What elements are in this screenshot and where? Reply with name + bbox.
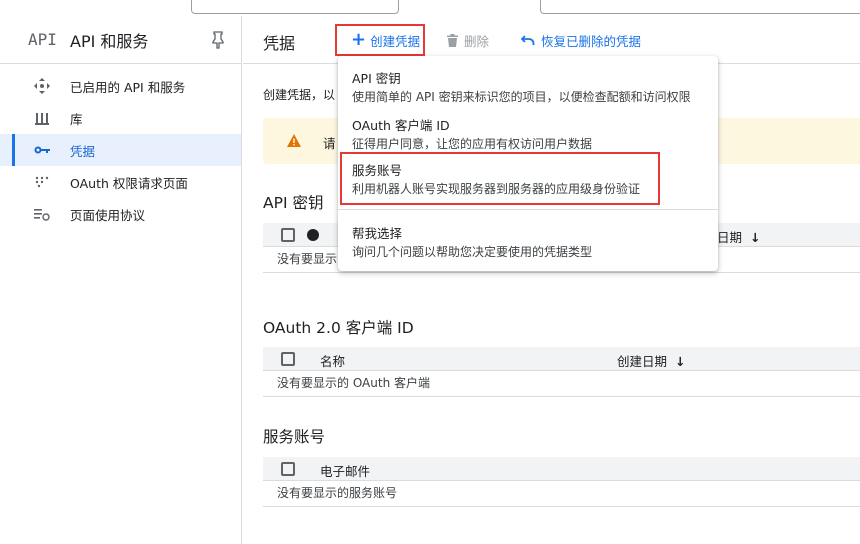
trash-icon <box>447 33 458 47</box>
project-selector[interactable] <box>191 0 399 14</box>
sidebar-item-page-agreement[interactable]: 页面使用协议 <box>0 198 241 230</box>
oauth-table-header: 名称 创建日期 ↓ <box>263 347 860 371</box>
menu-item-title: OAuth 客户端 ID <box>352 118 450 133</box>
menu-item-subtitle: 利用机器人账号实现服务器到服务器的应用级身份验证 <box>352 182 641 196</box>
warning-text: 请 <box>323 136 336 151</box>
undo-icon <box>521 35 535 45</box>
create-credentials-label: 创建凭据 <box>370 33 421 49</box>
service-accounts-title: 服务账号 <box>263 428 326 446</box>
oauth-consent-icon <box>32 172 52 192</box>
sidebar-nav: 已启用的 API 和服务 库 凭据 OAuth 权限请求页面 页面使用协议 <box>0 64 241 230</box>
menu-item-help-me-choose[interactable]: 帮我选择 询问几个问题以帮助您决定要使用的凭据类型 <box>338 217 718 263</box>
menu-item-subtitle: 征得用户同意，让您的应用有权访问用户数据 <box>352 137 593 151</box>
menu-item-api-key[interactable]: API 密钥 使用简单的 API 密钥来标识您的项目，以便检查配额和访问权限 <box>338 62 718 108</box>
restore-deleted-button[interactable]: 恢复已删除的凭据 <box>521 24 641 56</box>
delete-button[interactable]: 删除 <box>447 24 489 56</box>
page-agreement-icon <box>32 204 52 224</box>
delete-label: 删除 <box>464 33 490 49</box>
sidebar-item-oauth-consent[interactable]: OAuth 权限请求页面 <box>0 166 241 198</box>
menu-item-subtitle: 询问几个问题以帮助您决定要使用的凭据类型 <box>352 245 593 259</box>
sidebar-item-enabled-apis[interactable]: 已启用的 API 和服务 <box>0 70 241 102</box>
restore-label: 恢复已删除的凭据 <box>541 33 642 49</box>
service-accounts-empty-row: 没有要显示的服务账号 <box>263 481 860 507</box>
menu-item-subtitle: 使用简单的 API 密钥来标识您的项目，以便检查配额和访问权限 <box>352 90 691 104</box>
select-all-checkbox[interactable] <box>281 352 295 366</box>
sidebar: API API 和服务 已启用的 API 和服务 库 凭据 OAuth 权限请求… <box>0 16 242 544</box>
plus-icon: + <box>351 29 367 50</box>
page-description: 创建凭据，以 <box>263 88 336 102</box>
top-bar <box>0 0 860 16</box>
sidebar-title: API 和服务 <box>70 31 149 51</box>
api-logo: API <box>28 30 57 49</box>
menu-item-title: API 密钥 <box>352 71 401 86</box>
sidebar-item-label: 页面使用协议 <box>70 207 146 223</box>
status-dot-icon <box>307 229 319 241</box>
sidebar-item-label: 库 <box>70 111 83 127</box>
sidebar-item-label: 已启用的 API 和服务 <box>70 79 186 95</box>
column-label: 创建日期 <box>617 354 668 369</box>
menu-item-title: 服务账号 <box>352 163 403 178</box>
oauth-title: OAuth 2.0 客户端 ID <box>263 319 414 337</box>
menu-item-service-account[interactable]: 服务账号 利用机器人账号实现服务器到服务器的应用级身份验证 <box>340 152 660 205</box>
sidebar-header: API API 和服务 <box>0 16 241 64</box>
menu-item-oauth-client-id[interactable]: OAuth 客户端 ID 征得用户同意，让您的应用有权访问用户数据 <box>338 109 718 155</box>
service-accounts-table-header: 电子邮件 <box>263 457 860 481</box>
sidebar-item-library[interactable]: 库 <box>0 102 241 134</box>
api-keys-title: API 密钥 <box>263 194 324 212</box>
oauth-date-column[interactable]: 创建日期 ↓ <box>617 351 686 370</box>
library-icon <box>32 108 52 128</box>
sidebar-item-credentials[interactable]: 凭据 <box>0 134 241 166</box>
search-box[interactable] <box>540 0 860 14</box>
select-all-checkbox[interactable] <box>281 228 295 242</box>
create-credentials-button[interactable]: + 创建凭据 <box>335 24 425 56</box>
oauth-empty-row: 没有要显示的 OAuth 客户端 <box>263 371 860 397</box>
enabled-apis-icon <box>32 76 52 96</box>
key-icon <box>32 140 52 160</box>
api-keys-date-column[interactable]: 日期 ↓ <box>717 227 761 246</box>
page-title: 凭据 <box>263 34 296 53</box>
email-column[interactable]: 电子邮件 <box>320 461 370 480</box>
select-all-checkbox[interactable] <box>281 462 295 476</box>
warning-icon <box>287 134 301 151</box>
pin-icon[interactable] <box>211 31 225 49</box>
sidebar-item-label: 凭据 <box>70 143 96 159</box>
sidebar-item-label: OAuth 权限请求页面 <box>70 175 188 191</box>
arrow-down-icon: ↓ <box>750 230 761 245</box>
menu-divider <box>338 209 718 210</box>
create-credentials-menu: API 密钥 使用简单的 API 密钥来标识您的项目，以便检查配额和访问权限 O… <box>338 56 718 271</box>
menu-item-title: 帮我选择 <box>352 226 403 241</box>
column-label: 日期 <box>717 230 743 245</box>
oauth-name-column[interactable]: 名称 <box>320 351 345 370</box>
arrow-down-icon: ↓ <box>675 354 686 369</box>
